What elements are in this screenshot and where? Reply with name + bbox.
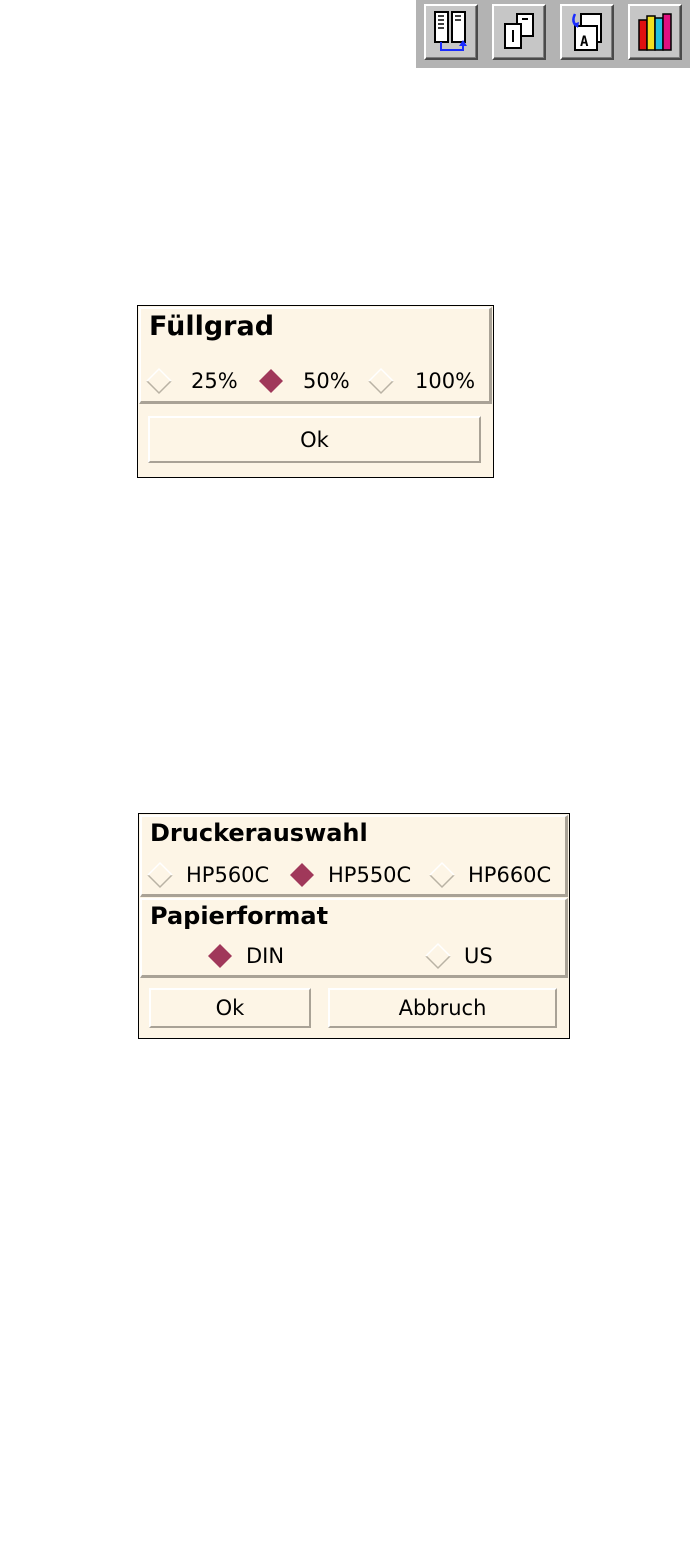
layout-columns-button[interactable] [424,4,478,60]
paper-us-radio[interactable]: US [424,942,493,970]
ok-button[interactable]: Ok [149,988,311,1028]
books-button[interactable] [628,4,682,60]
radio-unselected-icon [425,942,451,970]
printer-hp660c-radio[interactable]: HP660C [428,861,551,889]
toolbar: A [416,0,690,68]
printer-hp550c-label: HP550C [328,863,412,887]
option-50-radio[interactable]: 50% [257,367,350,395]
option-100-radio[interactable]: 100% [367,367,475,395]
layout-columns-icon [434,11,467,51]
printer-selection-title: Druckerauswahl [150,819,368,847]
radio-unselected-icon [147,861,173,889]
fill-level-dialog: Füllgrad 25% 50% 100% Ok [137,305,494,478]
page-order-icon [504,13,534,49]
page-order-button[interactable] [492,4,546,60]
printer-hp550c-radio[interactable]: HP550C [288,861,411,889]
text-rotate-icon: A [572,13,602,51]
ok-button[interactable]: Ok [148,416,481,463]
radio-unselected-icon [146,367,172,395]
paper-format-title: Papierformat [150,902,329,930]
option-100-label: 100% [415,369,476,393]
cancel-button[interactable]: Abbruch [328,988,557,1028]
radio-selected-icon [290,863,314,887]
radio-selected-icon [208,944,232,968]
printer-hp560c-label: HP560C [186,863,270,887]
paper-din-radio[interactable]: DIN [206,942,284,970]
radio-unselected-icon [429,861,455,889]
paper-din-label: DIN [246,944,285,968]
option-50-label: 50% [303,369,350,393]
books-icon [638,13,672,51]
printer-hp560c-radio[interactable]: HP560C [146,861,269,889]
printer-hp660c-label: HP660C [468,863,552,887]
svg-text:A: A [580,34,589,50]
printer-dialog: Druckerauswahl HP560C HP550C HP660C Papi… [138,813,570,1039]
option-25-label: 25% [191,369,238,393]
fill-level-panel: Füllgrad 25% 50% 100% [139,307,492,404]
fill-level-title: Füllgrad [149,311,275,342]
text-rotate-button[interactable]: A [560,4,614,60]
paper-us-label: US [464,944,493,968]
printer-selection-panel: Druckerauswahl HP560C HP550C HP660C [140,815,568,897]
radio-selected-icon [259,369,283,393]
option-25-radio[interactable]: 25% [145,367,238,395]
radio-unselected-icon [368,367,394,395]
paper-format-panel: Papierformat DIN US [140,898,568,978]
